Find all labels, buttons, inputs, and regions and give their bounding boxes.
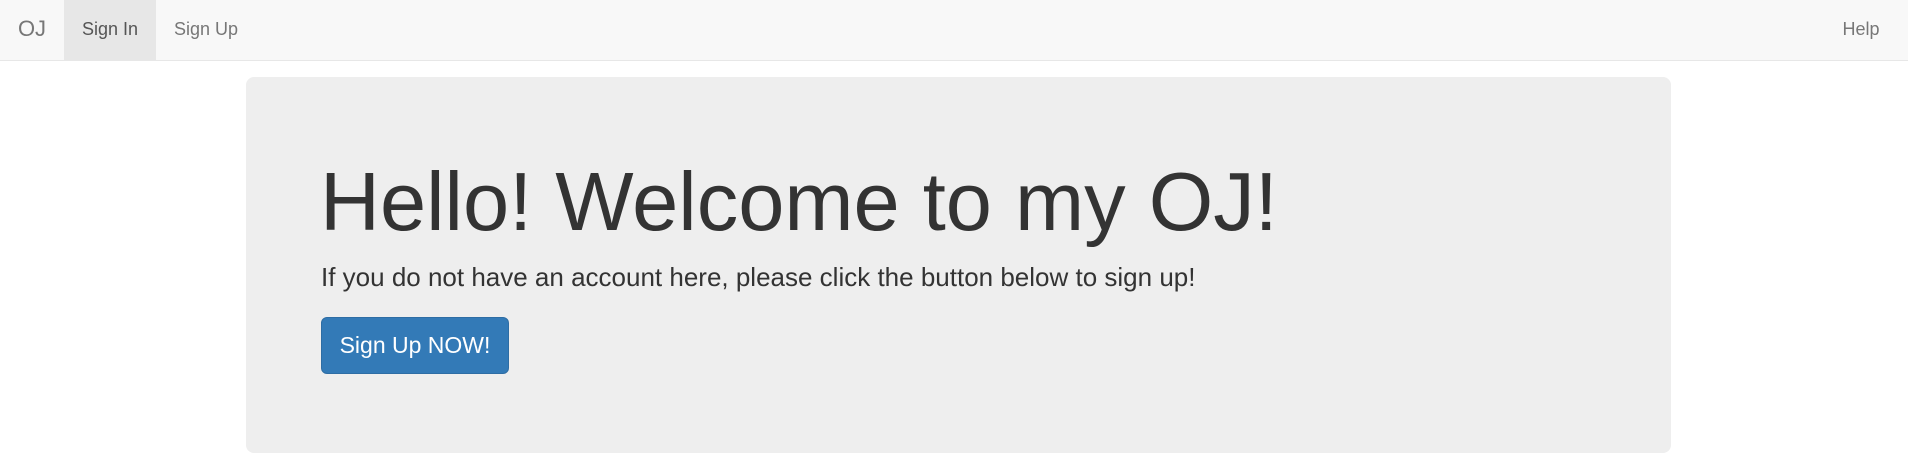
nav-sign-up[interactable]: Sign Up xyxy=(156,0,256,60)
brand-link[interactable]: OJ xyxy=(0,0,64,60)
nav-sign-in[interactable]: Sign In xyxy=(64,0,156,60)
sign-up-now-button[interactable]: Sign Up NOW! xyxy=(321,317,509,374)
welcome-jumbotron: Hello! Welcome to my OJ! If you do not h… xyxy=(246,77,1671,453)
hero-title: Hello! Welcome to my OJ! xyxy=(320,155,1278,248)
hero-description: If you do not have an account here, plea… xyxy=(321,262,1196,292)
nav-help[interactable]: Help xyxy=(1828,0,1894,60)
top-navbar: OJ Sign In Sign Up Help xyxy=(0,0,1908,61)
